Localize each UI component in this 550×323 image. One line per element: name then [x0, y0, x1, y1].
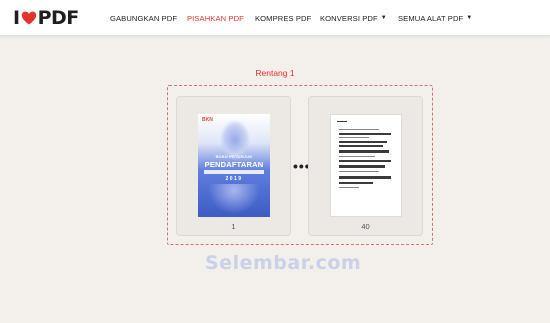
nav-split-pdf[interactable]: PISAHKAN PDF	[187, 0, 244, 36]
chevron-down-icon: ▼	[380, 15, 387, 21]
nav-label: KONVERSI PDF	[320, 13, 378, 23]
chevron-down-icon: ▼	[466, 15, 473, 21]
bkn-logo: BKN	[202, 117, 213, 123]
watermark-text: Selembar.com	[205, 252, 362, 274]
page-number: 40	[361, 222, 370, 231]
nav-all-pdf-tools[interactable]: SEMUA ALAT PDF ▼	[398, 0, 472, 36]
ilovepdf-logo[interactable]: I PDF	[13, 7, 79, 29]
page-number: 1	[231, 222, 236, 231]
nav-merge-pdf[interactable]: GABUNGKAN PDF	[110, 0, 177, 36]
range-title: Rentang 1	[255, 68, 295, 78]
document-page-image	[330, 114, 402, 217]
nav-label: KOMPRES PDF	[255, 13, 312, 23]
cover-line-1: BUKU PETUNJUK	[215, 154, 253, 159]
heart-icon	[21, 11, 36, 25]
logo-text-pdf: PDF	[37, 7, 80, 29]
nav-convert-pdf[interactable]: KONVERSI PDF ▼	[320, 0, 387, 36]
burst-graphic	[208, 184, 260, 214]
nav-label: PISAHKAN PDF	[187, 13, 244, 23]
nav-label: SEMUA ALAT PDF	[398, 13, 464, 23]
page-thumbnail-last[interactable]: 40	[308, 96, 423, 236]
page-thumbnail-first[interactable]: BKN BUKU PETUNJUK PENDAFTARAN 2019 1	[176, 96, 291, 236]
cover-year: 2019	[225, 176, 243, 182]
cover-subtitle-bar	[204, 170, 264, 174]
nav-label: GABUNGKAN PDF	[110, 13, 178, 23]
top-navigation-bar: I PDF GABUNGKAN PDF PISAHKAN PDF KOMPRES…	[0, 0, 550, 36]
cover-page-image: BKN BUKU PETUNJUK PENDAFTARAN 2019	[198, 114, 270, 217]
cover-line-2: PENDAFTARAN	[204, 160, 264, 169]
logo-text-i: I	[13, 7, 20, 29]
nav-compress-pdf[interactable]: KOMPRES PDF	[255, 0, 311, 36]
